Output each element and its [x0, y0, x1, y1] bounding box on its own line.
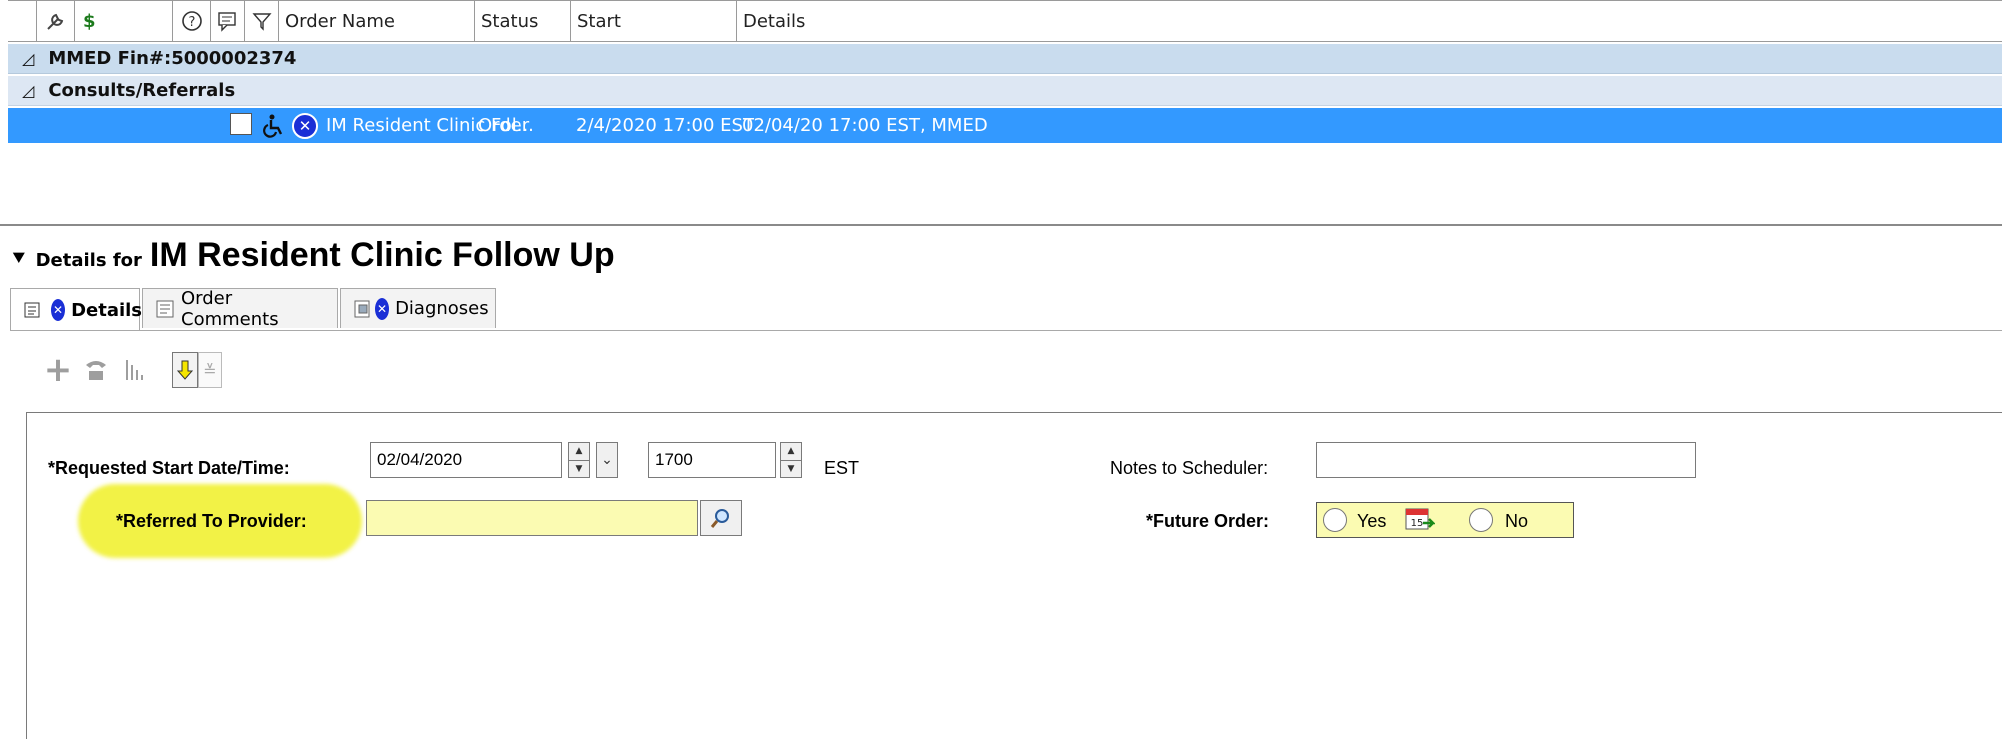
notes-to-scheduler-field[interactable] — [1316, 442, 1696, 478]
comments-tab-icon — [155, 299, 175, 319]
chevron-down-icon: ⌄ — [601, 452, 613, 468]
spin-up-icon[interactable]: ▲ — [569, 443, 589, 460]
details-title: ⯆ Details for IM Resident Clinic Follow … — [10, 236, 615, 282]
calendar-dropdown-button[interactable]: ⌄ — [596, 442, 618, 478]
details-cell: 02/04/20 17:00 EST, MMED — [742, 115, 988, 136]
yes-label: Yes — [1357, 511, 1387, 531]
order-checkbox[interactable] — [230, 113, 252, 135]
tab-details[interactable]: ✕ Details — [10, 288, 143, 331]
cancel-icon: ✕ — [292, 108, 318, 143]
details-tab-icon — [23, 299, 47, 321]
group-row-encounter[interactable]: ◿ MMED Fin#:5000002374 — [8, 44, 2002, 74]
svg-text:?: ? — [188, 15, 195, 30]
add-icon[interactable]: + — [44, 350, 73, 390]
svg-text:15: 15 — [1411, 518, 1424, 529]
requested-start-label: *Requested Start Date/Time: — [48, 458, 290, 478]
date-spinner[interactable]: ▲ ▼ — [568, 442, 590, 478]
page-title: IM Resident Clinic Follow Up — [149, 236, 615, 274]
collapse-arrow-icon[interactable]: ⯆ — [10, 247, 28, 272]
dollar-sign: $ — [83, 10, 96, 32]
column-header-order-name[interactable]: Order Name — [278, 1, 474, 41]
referred-to-provider-field[interactable] — [366, 500, 698, 536]
grid-header: $ ? Order Name Status Start Details — [8, 0, 2002, 42]
start-time-field[interactable] — [648, 442, 776, 478]
tab-label: Details — [71, 299, 143, 321]
expand-all-icon[interactable]: ≚ — [198, 352, 222, 388]
column-header-start[interactable]: Start — [570, 1, 736, 41]
collapse-triangle-icon[interactable]: ◿ — [22, 49, 34, 68]
search-button[interactable] — [700, 500, 742, 536]
future-order-label: *Future Order: — [1146, 511, 1270, 531]
details-prefix: Details for — [35, 250, 142, 271]
timezone-label: EST — [824, 458, 860, 478]
no-radio[interactable] — [1469, 508, 1493, 532]
tab-order-comments[interactable]: Order Comments — [142, 287, 338, 330]
tab-label: Order Comments — [181, 287, 279, 330]
tab-diagnoses[interactable]: ✕ Diagnoses — [340, 288, 496, 328]
table-row[interactable]: ✕ IM Resident Clinic Fol... Order 2/4/20… — [8, 108, 2002, 143]
future-order-radio-group: Yes 15 No — [1316, 502, 1574, 538]
cancel-icon: ✕ — [51, 299, 66, 321]
tab-label: Diagnoses — [395, 298, 489, 319]
yes-radio[interactable] — [1323, 508, 1347, 532]
column-header-details[interactable]: Details — [736, 1, 2002, 41]
diagnoses-tab-icon — [353, 299, 373, 319]
tab-divider — [10, 330, 2002, 331]
group-label: MMED Fin#:5000002374 — [48, 48, 297, 69]
order-details-form — [26, 412, 2002, 739]
time-spinner[interactable]: ▲ ▼ — [780, 442, 802, 478]
group-label: Consults/Referrals — [48, 80, 236, 101]
comment-icon[interactable] — [210, 1, 244, 41]
spin-up-icon[interactable]: ▲ — [781, 443, 801, 460]
help-circle-icon[interactable]: ? — [172, 1, 210, 41]
group-row-consults[interactable]: ◿ Consults/Referrals — [8, 76, 2002, 106]
status-cell: Order — [478, 115, 530, 136]
filter-icon[interactable] — [244, 1, 278, 41]
column-header-status[interactable]: Status — [474, 1, 570, 41]
start-cell: 2/4/2020 17:00 EST — [576, 115, 754, 136]
notes-to-scheduler-label: Notes to Scheduler: — [1110, 458, 1269, 478]
spin-down-icon[interactable]: ▼ — [781, 459, 801, 478]
wrench-icon[interactable] — [36, 1, 74, 41]
no-label: No — [1505, 511, 1529, 531]
cancel-icon: ✕ — [375, 297, 390, 320]
spin-down-icon[interactable]: ▼ — [569, 459, 589, 478]
referred-to-provider-label: *Referred To Provider: — [116, 511, 307, 531]
move-down-button[interactable] — [172, 352, 198, 388]
wheelchair-icon — [260, 108, 286, 143]
start-date-field[interactable] — [370, 442, 562, 478]
calendar-icon[interactable]: 15 — [1403, 505, 1436, 535]
chart-icon[interactable] — [122, 350, 152, 390]
collapse-triangle-icon[interactable]: ◿ — [22, 81, 34, 100]
phone-order-icon[interactable] — [80, 350, 112, 390]
search-icon — [710, 509, 729, 528]
